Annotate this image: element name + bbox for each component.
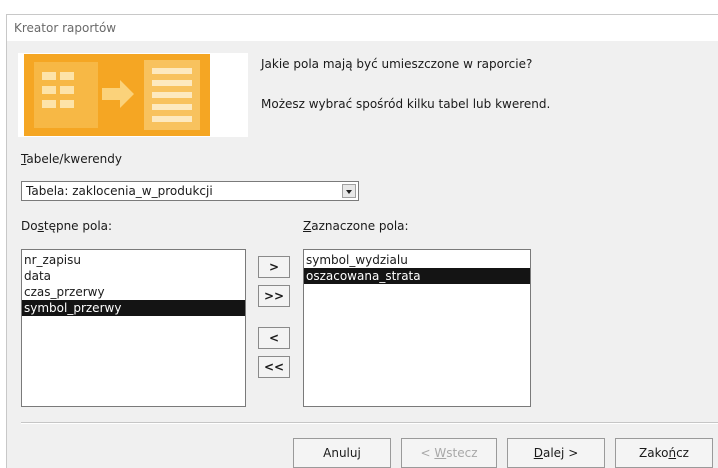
wizard-hint: Możesz wybrać spośród kilku tabel lub kw… (261, 97, 551, 111)
cancel-button[interactable]: Anuluj (293, 438, 391, 468)
add-all-fields-button[interactable]: >> (258, 285, 290, 307)
window-title: Kreator raportów (14, 21, 117, 35)
report-wizard-window: Kreator raportów Jakie pola mają być umi… (6, 14, 718, 468)
remove-all-fields-button[interactable]: << (258, 356, 290, 378)
selected-fields-label: Zaznaczone pola: (303, 219, 409, 233)
next-label-key: D (533, 446, 543, 460)
finish-label-key: ń (668, 446, 677, 460)
wizard-question: Jakie pola mają być umieszczone w raporc… (261, 57, 533, 71)
chevron-down-icon[interactable] (342, 184, 356, 198)
finish-label-post: cz (676, 446, 689, 460)
list-item[interactable]: nr_zapisu (22, 252, 245, 268)
selected-label-key: Z (303, 219, 312, 233)
back-label-key: W (434, 446, 447, 460)
available-label-pre: Do (21, 219, 38, 233)
source-label: Tabele/kwerendy (21, 152, 122, 166)
back-label-pre: < (420, 446, 435, 460)
back-label-post: stecz (446, 446, 478, 460)
next-button[interactable]: Dalej > (507, 438, 605, 468)
finish-button[interactable]: Zakończ (615, 438, 713, 468)
add-field-button[interactable]: > (258, 256, 290, 278)
wizard-report-graphic-icon (24, 54, 210, 136)
remove-field-button[interactable]: < (258, 327, 290, 349)
available-label-post: tępne pola: (43, 219, 113, 233)
footer-divider (21, 422, 718, 424)
source-combobox-value: Tabela: zaklocenia_w_produkcji (26, 184, 213, 198)
available-fields-list[interactable]: nr_zapisu data czas_przerwy symbol_przer… (21, 249, 246, 407)
selected-label-rest: aznaczone pola: (311, 219, 409, 233)
title-bar: Kreator raportów (7, 15, 718, 41)
next-label-post: alej > (542, 446, 579, 460)
list-item[interactable]: czas_przerwy (22, 284, 245, 300)
list-item[interactable]: data (22, 268, 245, 284)
list-item[interactable]: oszacowana_strata (304, 268, 530, 284)
available-fields-label: Dostępne pola: (21, 219, 112, 233)
source-label-rest: abele/kwerendy (26, 152, 122, 166)
source-combobox[interactable]: Tabela: zaklocenia_w_produkcji (21, 181, 359, 201)
list-item[interactable]: symbol_wydzialu (304, 252, 530, 268)
wizard-banner (18, 53, 248, 137)
finish-label-pre: Zako (639, 446, 669, 460)
selected-fields-list[interactable]: symbol_wydzialu oszacowana_strata (303, 249, 531, 407)
back-button[interactable]: < Wstecz (401, 438, 497, 468)
list-item[interactable]: symbol_przerwy (22, 300, 245, 316)
